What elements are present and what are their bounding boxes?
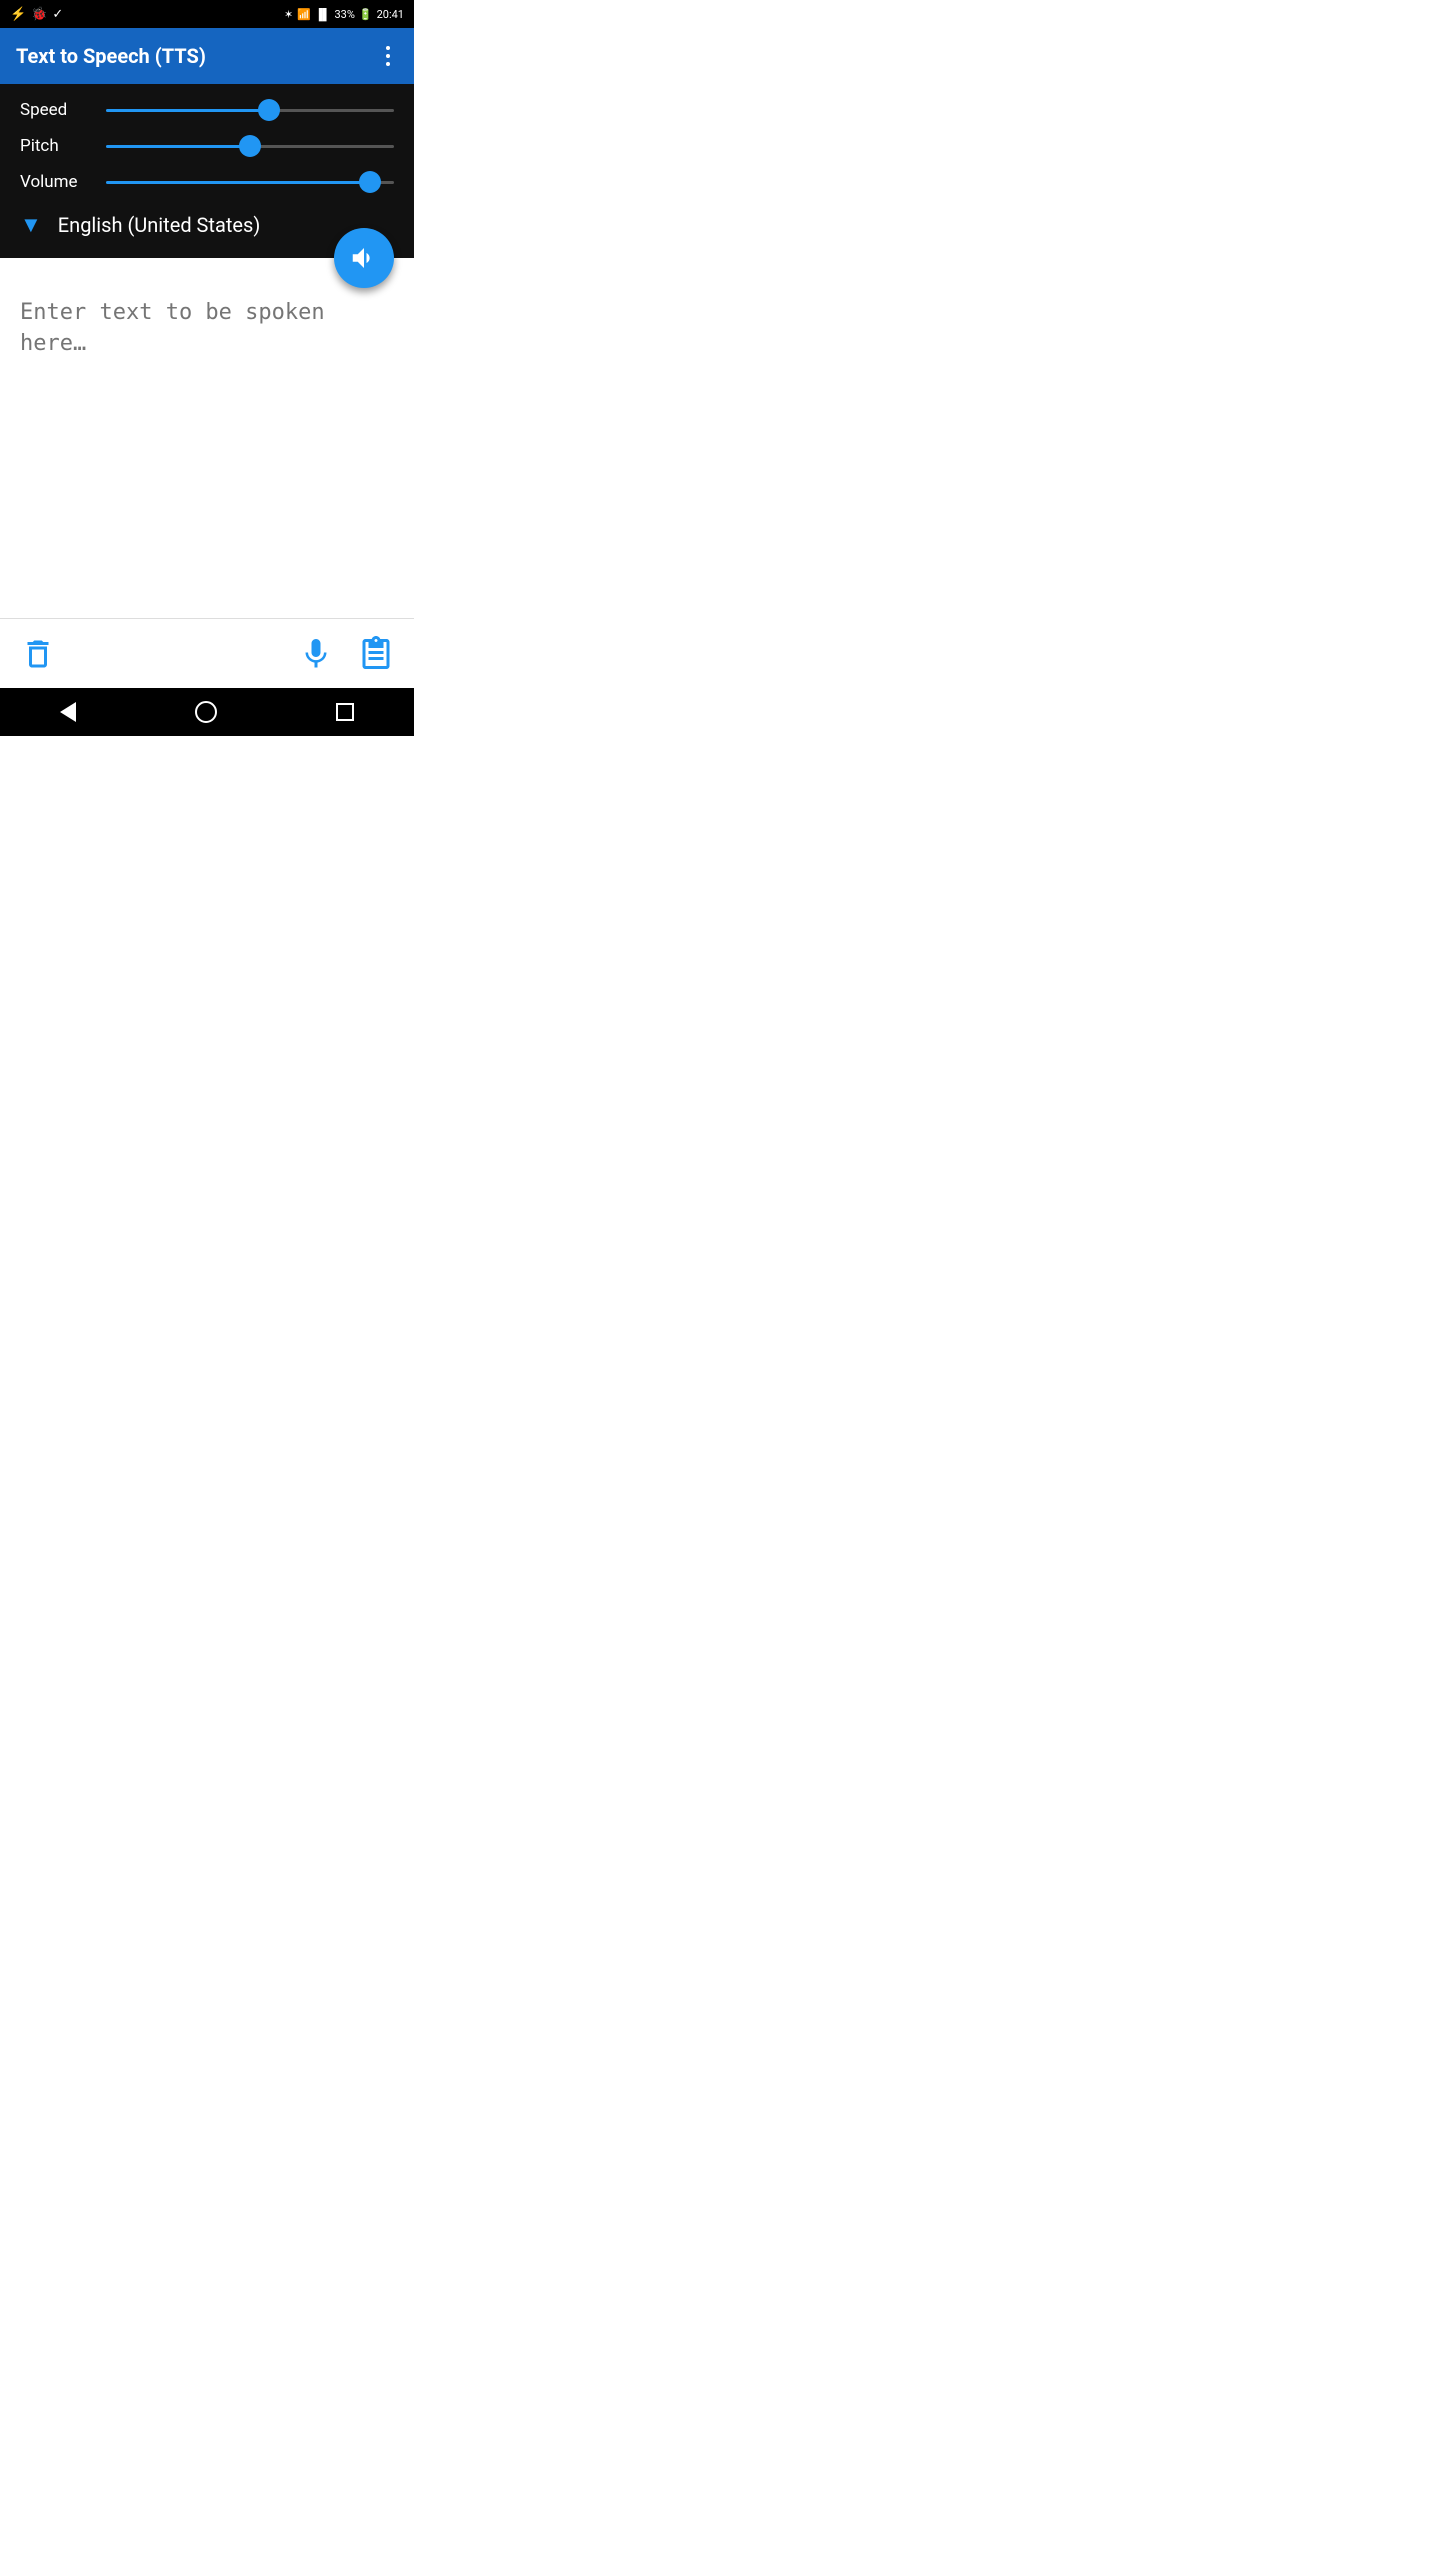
- clock: 20:41: [377, 8, 404, 21]
- speak-fab[interactable]: [334, 228, 394, 288]
- wifi-icon: 📶: [297, 8, 311, 21]
- language-selected: English (United States): [58, 213, 261, 237]
- mic-icon: [298, 636, 334, 672]
- speed-label: Speed: [20, 100, 90, 120]
- pitch-label: Pitch: [20, 136, 90, 156]
- bottom-toolbar: [0, 618, 414, 688]
- trash-icon: [20, 636, 56, 672]
- clipboard-icon: [358, 636, 394, 672]
- speed-row: Speed: [20, 100, 394, 120]
- overflow-dot-3: [386, 62, 390, 66]
- recents-button[interactable]: [336, 703, 354, 721]
- clear-button[interactable]: [20, 636, 56, 672]
- battery-percentage: 33%: [334, 8, 354, 21]
- status-left-icons: ⚡ 🐞 ✓: [10, 7, 63, 22]
- debug-icon: 🐞: [31, 7, 47, 22]
- back-button[interactable]: [60, 702, 76, 722]
- overflow-menu-button[interactable]: [378, 38, 398, 74]
- dropdown-arrow-icon: ▼: [20, 212, 42, 238]
- volume-icon: [349, 243, 379, 273]
- app-bar: Text to Speech (TTS): [0, 28, 414, 84]
- signal-icon: ▐▌: [315, 8, 331, 21]
- volume-label: Volume: [20, 172, 90, 192]
- text-input-area[interactable]: [0, 258, 414, 618]
- volume-slider-wrapper: [106, 172, 394, 192]
- check-icon: ✓: [52, 7, 63, 22]
- pitch-row: Pitch: [20, 136, 394, 156]
- status-bar: ⚡ 🐞 ✓ ✶ 📶 ▐▌ 33% 🔋 20:41: [0, 0, 414, 28]
- pitch-slider[interactable]: [106, 145, 394, 148]
- bluetooth-icon: ✶: [284, 8, 293, 21]
- speech-text-input[interactable]: [20, 298, 394, 598]
- language-row[interactable]: ▼ English (United States): [20, 208, 394, 238]
- volume-slider[interactable]: [106, 181, 394, 184]
- speed-slider[interactable]: [106, 109, 394, 112]
- home-button[interactable]: [195, 701, 217, 723]
- pitch-slider-wrapper: [106, 136, 394, 156]
- microphone-button[interactable]: [298, 636, 334, 672]
- battery-icon: 🔋: [359, 8, 373, 21]
- overflow-dot-1: [386, 46, 390, 50]
- speed-slider-wrapper: [106, 100, 394, 120]
- usb-icon: ⚡: [10, 7, 26, 22]
- overflow-dot-2: [386, 54, 390, 58]
- volume-row: Volume: [20, 172, 394, 192]
- paste-button[interactable]: [358, 636, 394, 672]
- app-title: Text to Speech (TTS): [16, 44, 206, 68]
- controls-panel: Speed Pitch Volume ▼ English (United Sta…: [0, 84, 414, 258]
- status-right-icons: ✶ 📶 ▐▌ 33% 🔋 20:41: [284, 8, 404, 21]
- toolbar-center-icons: [298, 636, 394, 672]
- system-nav-bar: [0, 688, 414, 736]
